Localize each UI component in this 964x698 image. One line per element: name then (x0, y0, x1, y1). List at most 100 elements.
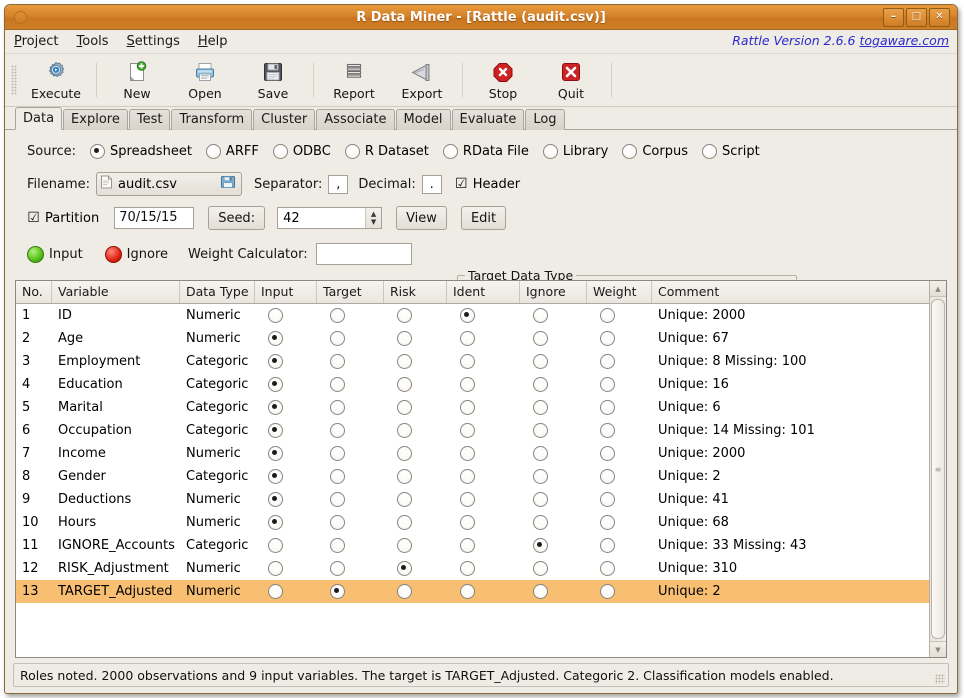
radio-icon[interactable] (330, 584, 345, 599)
table-cell-role-input[interactable] (255, 354, 317, 369)
radio-icon[interactable] (600, 354, 615, 369)
radio-icon[interactable] (533, 515, 548, 530)
tab-associate[interactable]: Associate (316, 109, 394, 130)
spinner-arrows[interactable]: ▲ ▼ (365, 208, 381, 228)
table-cell-role-ignore[interactable] (520, 354, 587, 369)
table-cell-role-target[interactable] (317, 538, 384, 553)
table-column-header[interactable]: Data Type (180, 281, 255, 303)
seed-spinner[interactable]: 42 ▲ ▼ (277, 207, 382, 229)
radio-icon[interactable] (268, 308, 283, 323)
table-column-header[interactable]: Risk (384, 281, 447, 303)
table-cell-role-target[interactable] (317, 584, 384, 599)
scroll-down-button[interactable]: ▼ (930, 641, 946, 657)
table-cell-role-risk[interactable] (384, 446, 447, 461)
table-row[interactable]: 7IncomeNumericUnique: 2000 (16, 442, 946, 465)
radio-icon[interactable] (397, 308, 412, 323)
toolbar-button-open[interactable]: Open (171, 56, 239, 104)
edit-button[interactable]: Edit (461, 206, 506, 230)
radio-icon[interactable] (268, 584, 283, 599)
chevron-up-icon[interactable]: ▲ (371, 210, 376, 218)
table-cell-role-ident[interactable] (447, 446, 520, 461)
table-cell-role-ignore[interactable] (520, 515, 587, 530)
table-cell-role-weight[interactable] (587, 377, 652, 392)
toolbar-grip[interactable] (11, 65, 17, 95)
toolbar-button-new[interactable]: New (103, 56, 171, 104)
radio-icon[interactable] (600, 400, 615, 415)
radio-icon[interactable] (397, 400, 412, 415)
table-row[interactable]: 6OccupationCategoricUnique: 14 Missing: … (16, 419, 946, 442)
radio-icon[interactable] (460, 469, 475, 484)
source-option-corpus[interactable]: Corpus (622, 144, 688, 159)
table-cell-role-risk[interactable] (384, 561, 447, 576)
radio-icon[interactable] (460, 377, 475, 392)
tab-explore[interactable]: Explore (63, 109, 128, 130)
togaware-link[interactable]: togaware.com (859, 33, 949, 48)
radio-icon[interactable] (268, 446, 283, 461)
table-cell-role-risk[interactable] (384, 423, 447, 438)
table-cell-role-target[interactable] (317, 354, 384, 369)
radio-icon[interactable] (330, 515, 345, 530)
radio-icon[interactable] (268, 538, 283, 553)
radio-icon[interactable] (397, 515, 412, 530)
scrollbar-thumb[interactable]: ≡ (931, 299, 945, 639)
table-row[interactable]: 13TARGET_AdjustedNumericUnique: 2 (16, 580, 946, 603)
table-cell-role-risk[interactable] (384, 538, 447, 553)
table-cell-role-target[interactable] (317, 469, 384, 484)
table-cell-role-weight[interactable] (587, 515, 652, 530)
radio-icon[interactable] (622, 144, 637, 159)
table-cell-role-input[interactable] (255, 308, 317, 323)
table-row[interactable]: 2AgeNumericUnique: 67 (16, 327, 946, 350)
table-cell-role-ignore[interactable] (520, 446, 587, 461)
table-cell-role-risk[interactable] (384, 400, 447, 415)
table-cell-role-input[interactable] (255, 584, 317, 599)
table-row[interactable]: 1IDNumericUnique: 2000 (16, 304, 946, 327)
table-column-header[interactable]: No. (16, 281, 52, 303)
table-cell-role-ignore[interactable] (520, 469, 587, 484)
toolbar-button-export[interactable]: Export (388, 56, 456, 104)
table-cell-role-risk[interactable] (384, 492, 447, 507)
radio-icon[interactable] (460, 354, 475, 369)
radio-icon[interactable] (460, 446, 475, 461)
table-column-header[interactable]: Input (255, 281, 317, 303)
table-cell-role-ignore[interactable] (520, 538, 587, 553)
radio-icon[interactable] (533, 423, 548, 438)
table-cell-role-input[interactable] (255, 331, 317, 346)
radio-icon[interactable] (397, 561, 412, 576)
radio-icon[interactable] (268, 492, 283, 507)
radio-icon[interactable] (330, 354, 345, 369)
source-option-rdata-file[interactable]: RData File (443, 144, 529, 159)
radio-icon[interactable] (397, 538, 412, 553)
partition-checkbox[interactable]: ☑ Partition (27, 211, 99, 226)
toolbar-button-stop[interactable]: Stop (469, 56, 537, 104)
radio-icon[interactable] (330, 377, 345, 392)
floppy-browse-icon[interactable] (220, 174, 236, 194)
radio-icon[interactable] (600, 515, 615, 530)
radio-icon[interactable] (600, 377, 615, 392)
table-cell-role-ignore[interactable] (520, 423, 587, 438)
radio-icon[interactable] (533, 308, 548, 323)
tab-data[interactable]: Data (15, 107, 62, 130)
radio-icon[interactable] (268, 469, 283, 484)
table-cell-role-weight[interactable] (587, 423, 652, 438)
table-cell-role-ident[interactable] (447, 538, 520, 553)
table-cell-role-ignore[interactable] (520, 492, 587, 507)
table-cell-role-input[interactable] (255, 400, 317, 415)
radio-icon[interactable] (397, 492, 412, 507)
toolbar-button-execute[interactable]: Execute (22, 56, 90, 104)
radio-icon[interactable] (460, 423, 475, 438)
decimal-input[interactable]: . (422, 175, 442, 194)
radio-icon[interactable] (268, 561, 283, 576)
radio-icon[interactable] (600, 538, 615, 553)
scroll-up-button[interactable]: ▲ (930, 281, 946, 297)
separator-input[interactable]: , (328, 175, 348, 194)
radio-icon[interactable] (268, 354, 283, 369)
table-row[interactable]: 8GenderCategoricUnique: 2 (16, 465, 946, 488)
table-cell-role-ignore[interactable] (520, 331, 587, 346)
radio-icon[interactable] (90, 144, 105, 159)
table-cell-role-ident[interactable] (447, 515, 520, 530)
radio-icon[interactable] (600, 308, 615, 323)
radio-icon[interactable] (397, 354, 412, 369)
radio-icon[interactable] (533, 469, 548, 484)
radio-icon[interactable] (397, 446, 412, 461)
table-cell-role-ident[interactable] (447, 354, 520, 369)
